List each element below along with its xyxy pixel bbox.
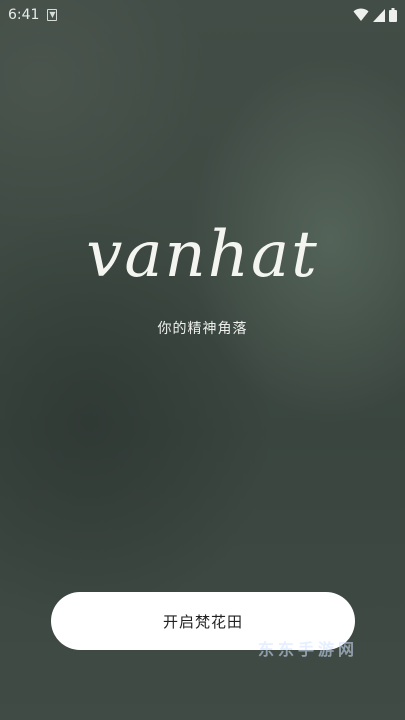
status-icons xyxy=(353,8,397,22)
cell-signal-icon xyxy=(373,8,385,22)
status-time: 6:41 xyxy=(8,7,40,23)
brand-logo-text: vanhat xyxy=(86,218,319,292)
battery-icon xyxy=(389,8,397,22)
tagline: 你的精神角落 xyxy=(157,321,248,337)
download-notification-icon: ▼ xyxy=(47,9,58,21)
status-bar: 6:41 ▼ xyxy=(0,0,405,30)
watermark: 东东手游网 xyxy=(258,640,359,659)
wifi-icon xyxy=(353,8,369,21)
